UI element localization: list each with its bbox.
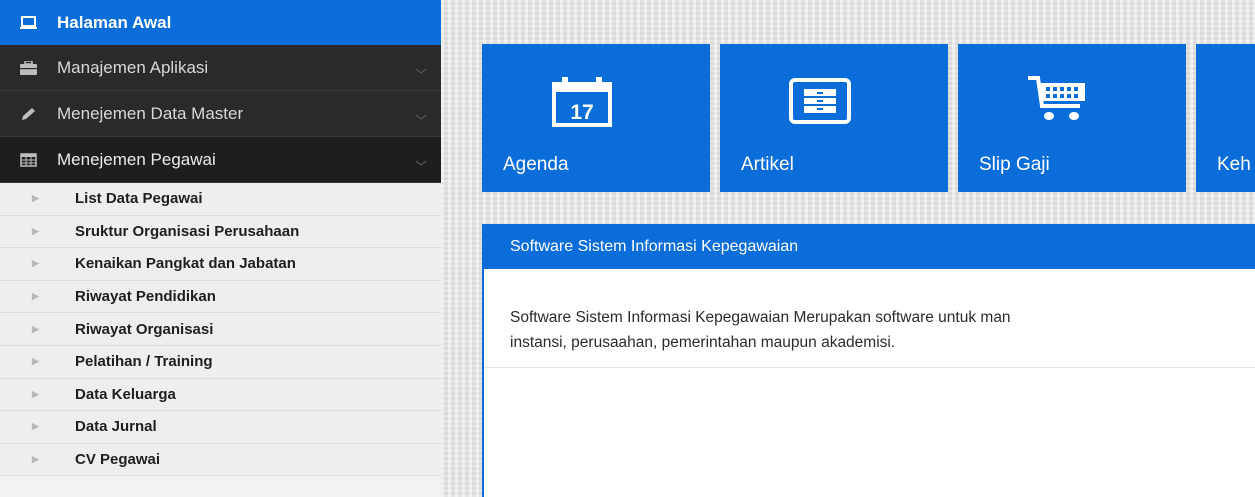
sidebar-item-menejemen-data-master[interactable]: Menejemen Data Master: [0, 91, 441, 137]
caret-right-icon: ▶: [32, 291, 39, 302]
calendar-day-number: 17: [570, 101, 593, 124]
sidebar-subitem-riwayat-pendidikan[interactable]: ▶ Riwayat Pendidikan: [0, 281, 441, 314]
sidebar-item-label: Halaman Awal: [57, 12, 172, 32]
sidebar-subitem-data-jurnal[interactable]: ▶ Data Jurnal: [0, 411, 441, 444]
caret-right-icon: ▶: [32, 258, 39, 269]
caret-right-icon: ▶: [32, 323, 39, 334]
chevron-down-icon: [415, 108, 427, 120]
panel-body: Software Sistem Informasi Kepegawaian Me…: [484, 269, 1255, 368]
panel-body-line: instansi, perusaahan, pemerintahan maupu…: [510, 334, 896, 351]
tile-artikel[interactable]: Artikel: [720, 44, 948, 192]
sidebar-item-label: Menejemen Data Master: [57, 103, 244, 123]
caret-right-icon: ▶: [32, 193, 39, 204]
tile-agenda[interactable]: 17 Agenda: [482, 44, 710, 192]
sidebar-subitem-label: Sruktur Organisasi Perusahaan: [75, 222, 300, 240]
sidebar-subitem-label: Pelatihan / Training: [75, 353, 213, 371]
sidebar-subitem-label: Riwayat Pendidikan: [75, 288, 216, 306]
caret-right-icon: ▶: [32, 356, 39, 367]
briefcase-icon: [20, 60, 37, 75]
tile-keh[interactable]: Keh: [1196, 44, 1255, 192]
sidebar-subitem-label: Data Keluarga: [75, 385, 176, 403]
laptop-icon: [20, 15, 37, 30]
cart-icon: [1026, 74, 1092, 129]
sidebar-subitem-label: CV Pegawai: [75, 451, 161, 469]
sidebar-subitem-label: Data Jurnal: [75, 418, 157, 436]
tile-label: Artikel: [741, 154, 794, 175]
info-panel: Software Sistem Informasi Kepegawaian So…: [482, 224, 1255, 497]
panel-body-line: Software Sistem Informasi Kepegawaian Me…: [510, 309, 1011, 326]
calendar-icon: [20, 152, 37, 167]
tile-label: Agenda: [503, 154, 569, 175]
submenu-pegawai: ▶ List Data Pegawai ▶ Sruktur Organisasi…: [0, 183, 441, 477]
sidebar-subitem-label: List Data Pegawai: [75, 190, 203, 208]
caret-right-icon: ▶: [32, 225, 39, 236]
tile-slip-gaji[interactable]: Slip Gaji: [958, 44, 1186, 192]
sidebar-subitem-kenaikan-pangkat[interactable]: ▶ Kenaikan Pangkat dan Jabatan: [0, 248, 441, 281]
sidebar-subitem-list-data-pegawai[interactable]: ▶ List Data Pegawai: [0, 183, 441, 216]
sidebar-item-label: Menejemen Pegawai: [57, 149, 216, 169]
caret-right-icon: ▶: [32, 454, 39, 465]
tile-label: Keh: [1217, 154, 1251, 175]
caret-right-icon: ▶: [32, 388, 39, 399]
sidebar-subitem-label: Kenaikan Pangkat dan Jabatan: [75, 255, 296, 273]
sidebar-subitem-cv-pegawai[interactable]: ▶ CV Pegawai: [0, 444, 441, 477]
sidebar-item-manajemen-aplikasi[interactable]: Manajemen Aplikasi: [0, 45, 441, 91]
pencil-icon: [20, 107, 37, 121]
chevron-down-icon: [415, 62, 427, 74]
sidebar-subitem-struktur-organisasi[interactable]: ▶ Sruktur Organisasi Perusahaan: [0, 216, 441, 249]
tile-label: Slip Gaji: [979, 154, 1050, 175]
sidebar-subitem-pelatihan[interactable]: ▶ Pelatihan / Training: [0, 346, 441, 379]
chevron-down-icon: [415, 154, 427, 166]
caret-right-icon: ▶: [32, 421, 39, 432]
cabinet-icon: [789, 78, 851, 129]
sidebar-item-menejemen-pegawai[interactable]: Menejemen Pegawai: [0, 137, 441, 183]
sidebar-item-label: Manajemen Aplikasi: [57, 57, 209, 77]
sidebar-subitem-label: Riwayat Organisasi: [75, 320, 214, 338]
sidebar-subitem-riwayat-organisasi[interactable]: ▶ Riwayat Organisasi: [0, 313, 441, 346]
sidebar-subitem-data-keluarga[interactable]: ▶ Data Keluarga: [0, 379, 441, 412]
sidebar-item-halaman-awal[interactable]: Halaman Awal: [0, 0, 441, 45]
sidebar: Halaman Awal Manajemen Aplikasi Menejeme…: [0, 0, 441, 497]
panel-title: Software Sistem Informasi Kepegawaian: [484, 224, 1255, 269]
calendar-17-icon: 17: [552, 77, 612, 132]
